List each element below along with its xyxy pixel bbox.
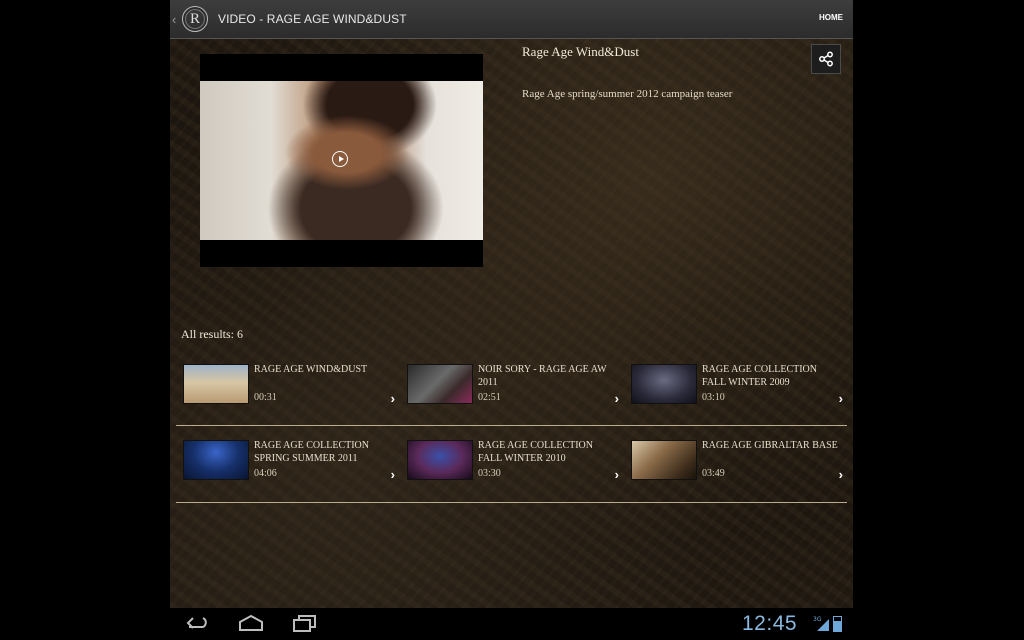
video-thumbnail[interactable] bbox=[631, 440, 697, 480]
list-item-duration: 03:30 bbox=[478, 468, 501, 479]
video-thumbnail[interactable] bbox=[631, 364, 697, 404]
clock: 12:45 bbox=[742, 612, 798, 635]
back-icon[interactable]: ‹ bbox=[172, 12, 180, 27]
video-description: Rage Age spring/summer 2012 campaign tea… bbox=[522, 88, 733, 100]
list-item-duration: 02:51 bbox=[478, 392, 501, 403]
recent-apps-icon[interactable] bbox=[292, 614, 318, 632]
results-count: All results: 6 bbox=[181, 327, 243, 341]
system-bar: 12:45 3G bbox=[0, 608, 1024, 640]
svg-text:3G: 3G bbox=[813, 616, 822, 623]
chevron-right-icon[interactable]: › bbox=[391, 391, 395, 406]
app-window: ‹ R VIDEO - RAGE AGE WIND&DUST HOME Rage… bbox=[170, 0, 853, 608]
list-item-title: NOIR SORY - RAGE AGE AW 2011 bbox=[478, 364, 607, 388]
list-item-title: RAGE AGE WIND&DUST bbox=[254, 364, 368, 375]
list-item-title: RAGE AGE COLLECTION FALL WINTER 2010 bbox=[478, 440, 593, 464]
chevron-right-icon[interactable]: › bbox=[615, 391, 619, 406]
action-bar: ‹ R VIDEO - RAGE AGE WIND&DUST HOME bbox=[170, 0, 853, 39]
chevron-right-icon[interactable]: › bbox=[839, 467, 843, 482]
chevron-right-icon[interactable]: › bbox=[391, 467, 395, 482]
list-item-duration: 04:06 bbox=[254, 468, 277, 479]
list-item-title: RAGE AGE COLLECTION SPRING SUMMER 2011 bbox=[254, 440, 369, 464]
list-item-title: RAGE AGE COLLECTION FALL WINTER 2009 bbox=[702, 364, 817, 388]
list-item-duration: 03:10 bbox=[702, 392, 725, 403]
video-thumbnail[interactable] bbox=[183, 364, 249, 404]
chevron-right-icon[interactable]: › bbox=[615, 467, 619, 482]
list-item-duration: 00:31 bbox=[254, 392, 277, 403]
video-thumbnail[interactable] bbox=[407, 364, 473, 404]
home-nav-icon[interactable] bbox=[238, 614, 264, 632]
list-item[interactable]: RAGE AGE WIND&DUST 00:31 › bbox=[181, 363, 403, 413]
share-button[interactable] bbox=[811, 44, 841, 74]
video-thumbnail[interactable] bbox=[183, 440, 249, 480]
chevron-right-icon[interactable]: › bbox=[839, 391, 843, 406]
signal-icon: 3G bbox=[813, 616, 829, 631]
list-item[interactable]: RAGE AGE COLLECTION FALL WINTER 2009 03:… bbox=[629, 363, 851, 413]
list-item[interactable]: NOIR SORY - RAGE AGE AW 2011 02:51 › bbox=[405, 363, 627, 413]
divider bbox=[176, 425, 847, 426]
play-icon[interactable] bbox=[332, 151, 348, 167]
page-title: VIDEO - RAGE AGE WIND&DUST bbox=[218, 12, 407, 26]
back-nav-icon[interactable] bbox=[185, 614, 211, 632]
brand-logo[interactable]: R bbox=[182, 6, 208, 32]
video-thumbnail[interactable] bbox=[407, 440, 473, 480]
video-player[interactable] bbox=[200, 54, 483, 267]
list-item[interactable]: RAGE AGE COLLECTION SPRING SUMMER 2011 0… bbox=[181, 439, 403, 489]
home-button[interactable]: HOME bbox=[819, 13, 843, 22]
list-item-title: RAGE AGE GIBRALTAR BASE bbox=[702, 440, 838, 451]
video-title: Rage Age Wind&Dust bbox=[522, 44, 639, 59]
divider bbox=[176, 502, 847, 503]
list-item-duration: 03:49 bbox=[702, 468, 725, 479]
share-icon bbox=[819, 51, 833, 67]
list-item[interactable]: RAGE AGE COLLECTION FALL WINTER 2010 03:… bbox=[405, 439, 627, 489]
list-item[interactable]: RAGE AGE GIBRALTAR BASE 03:49 › bbox=[629, 439, 851, 489]
battery-icon bbox=[833, 616, 842, 632]
